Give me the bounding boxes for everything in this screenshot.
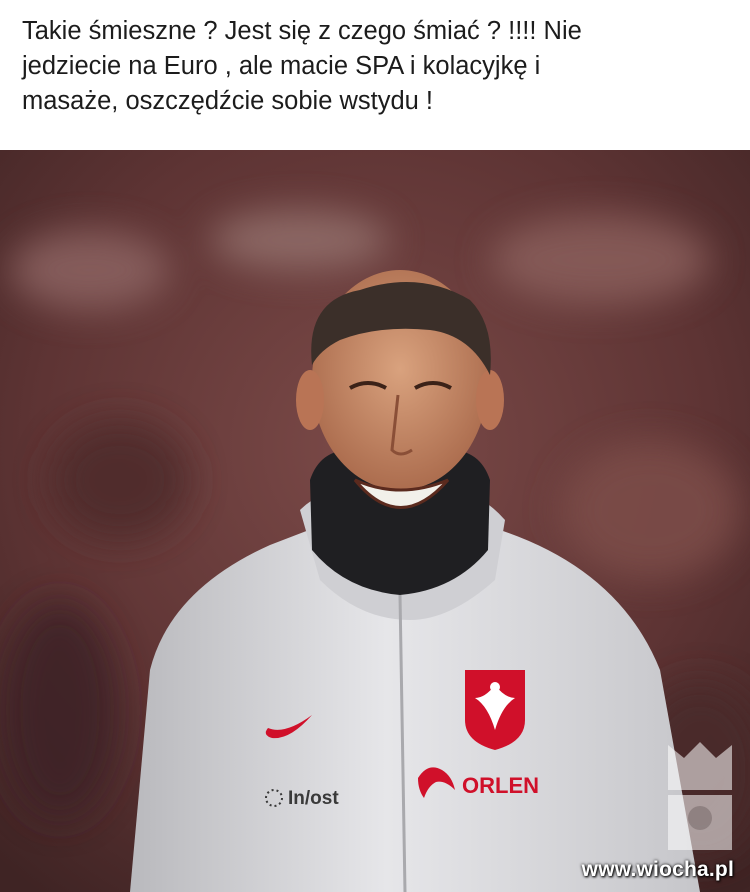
poland-crest <box>465 670 525 750</box>
polska-badge-icon <box>668 742 732 850</box>
player-photo: ORLEN In/ost www.wiocha.pl <box>0 150 750 892</box>
orlen-label: ORLEN <box>462 773 539 798</box>
inpost-label: In/ost <box>288 788 339 809</box>
post-caption: Takie śmieszne ? Jest się z czego śmiać … <box>0 0 750 150</box>
caption-line-2: jedziecie na Euro , ale macie SPA i kola… <box>22 52 541 80</box>
watermark: www.wiocha.pl <box>581 858 734 881</box>
player-photo-illustration: ORLEN In/ost <box>0 150 750 892</box>
caption-line-1: Takie śmieszne ? Jest się z czego śmiać … <box>22 17 582 45</box>
caption-line-3: masaże, oszczędźcie sobie wstydu ! <box>22 87 434 115</box>
